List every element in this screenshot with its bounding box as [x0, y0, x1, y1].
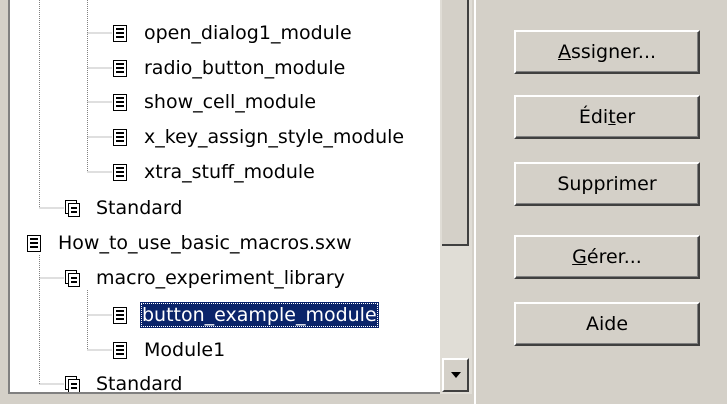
- tree-item[interactable]: macro_experiment_library: [64, 263, 347, 293]
- library-icon: [64, 269, 80, 288]
- assign-button-label: Assigner...: [557, 41, 657, 63]
- assign-button[interactable]: Assigner...: [514, 30, 700, 74]
- tree-item[interactable]: Standard: [64, 193, 184, 223]
- arrow-down-icon: [450, 372, 461, 378]
- scroll-down-button[interactable]: [442, 358, 469, 392]
- manage-button-accesskey: G: [572, 246, 587, 268]
- tree-item-label: x_key_assign_style_module: [144, 126, 405, 148]
- help-button-label: Aide: [585, 313, 629, 335]
- tree-item[interactable]: Module1: [112, 335, 227, 365]
- tree-item-label: Standard: [96, 197, 183, 219]
- manage-button-label: Gérer...: [572, 246, 642, 268]
- tree-item[interactable]: Standard: [64, 369, 184, 399]
- tree-item-label: show_cell_module: [144, 91, 317, 113]
- tree-item[interactable]: xtra_stuff_module: [112, 157, 317, 187]
- module-icon: [112, 341, 128, 360]
- vertical-scrollbar[interactable]: [440, 0, 472, 394]
- manage-button[interactable]: Gérer...: [514, 235, 700, 279]
- library-icon: [64, 199, 80, 218]
- macro-tree[interactable]: open_dialog1_module radio_button_module …: [8, 0, 440, 395]
- tree-item[interactable]: x_key_assign_style_module: [112, 122, 406, 152]
- module-icon: [112, 24, 128, 43]
- edit-button-accesskey: t: [608, 106, 616, 128]
- tree-item-label: radio_button_module: [144, 57, 346, 79]
- tree-item[interactable]: open_dialog1_module: [112, 18, 354, 48]
- tree-item[interactable]: show_cell_module: [112, 87, 318, 117]
- module-icon: [112, 306, 128, 325]
- delete-button-label: Supprimer: [557, 173, 657, 195]
- panel-divider: [474, 0, 476, 404]
- tree-item-label: button_example_module: [140, 302, 379, 328]
- tree-item-selected[interactable]: button_example_module: [112, 300, 379, 330]
- library-icon: [64, 375, 80, 394]
- tree-item[interactable]: How_to_use_basic_macros.sxw: [26, 228, 354, 258]
- assign-button-accesskey: A: [557, 41, 571, 63]
- document-icon: [26, 234, 42, 253]
- tree-item-label: How_to_use_basic_macros.sxw: [58, 232, 352, 254]
- module-icon: [112, 93, 128, 112]
- module-icon: [112, 59, 128, 78]
- tree-item-label: Module1: [144, 339, 226, 361]
- delete-button[interactable]: Supprimer: [514, 162, 700, 206]
- edit-button-label: Éditer: [578, 106, 636, 128]
- module-icon: [112, 128, 128, 147]
- tree-item[interactable]: radio_button_module: [112, 53, 347, 83]
- tree-item-label: xtra_stuff_module: [144, 161, 315, 183]
- tree-item-label: macro_experiment_library: [96, 267, 345, 289]
- module-icon: [112, 163, 128, 182]
- help-button[interactable]: Aide: [514, 302, 700, 346]
- tree-border-bottom: [8, 392, 440, 394]
- tree-item-label: open_dialog1_module: [144, 22, 352, 44]
- edit-button[interactable]: Éditer: [514, 95, 700, 139]
- scrollbar-thumb[interactable]: [442, 0, 469, 246]
